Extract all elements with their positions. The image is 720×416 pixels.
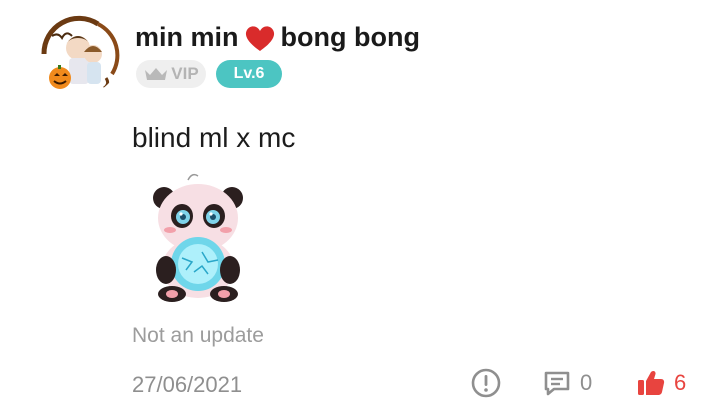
level-badge[interactable]: Lv.6	[216, 60, 282, 88]
report-button[interactable]	[470, 366, 502, 400]
post-note: Not an update	[132, 324, 264, 347]
crown-icon	[145, 68, 168, 80]
post-date: 27/06/2021	[132, 372, 243, 397]
thumbs-up-icon	[638, 370, 665, 395]
vip-badge[interactable]: VIP	[136, 60, 206, 88]
post-text: blind ml x mc	[132, 122, 296, 153]
comment-count: 0	[580, 370, 593, 395]
level-label: Lv.6	[233, 65, 265, 82]
heart-icon	[243, 23, 277, 53]
author-name[interactable]: min min bong bong	[135, 22, 420, 53]
comment-button[interactable]: 0	[542, 366, 592, 400]
report-icon	[471, 368, 501, 398]
avatar-image	[39, 15, 120, 95]
author-name-part1: min min	[135, 22, 239, 52]
comment-icon	[544, 371, 570, 396]
like-count: 6	[674, 370, 687, 395]
panda-sticker[interactable]	[148, 172, 252, 304]
author-name-part2: bong bong	[280, 22, 420, 52]
user-avatar[interactable]	[38, 14, 120, 96]
like-button[interactable]: 6	[636, 366, 686, 400]
user-badges: VIP Lv.6	[136, 60, 282, 88]
vip-label: VIP	[171, 64, 199, 83]
panda-sticker-image	[153, 173, 243, 302]
